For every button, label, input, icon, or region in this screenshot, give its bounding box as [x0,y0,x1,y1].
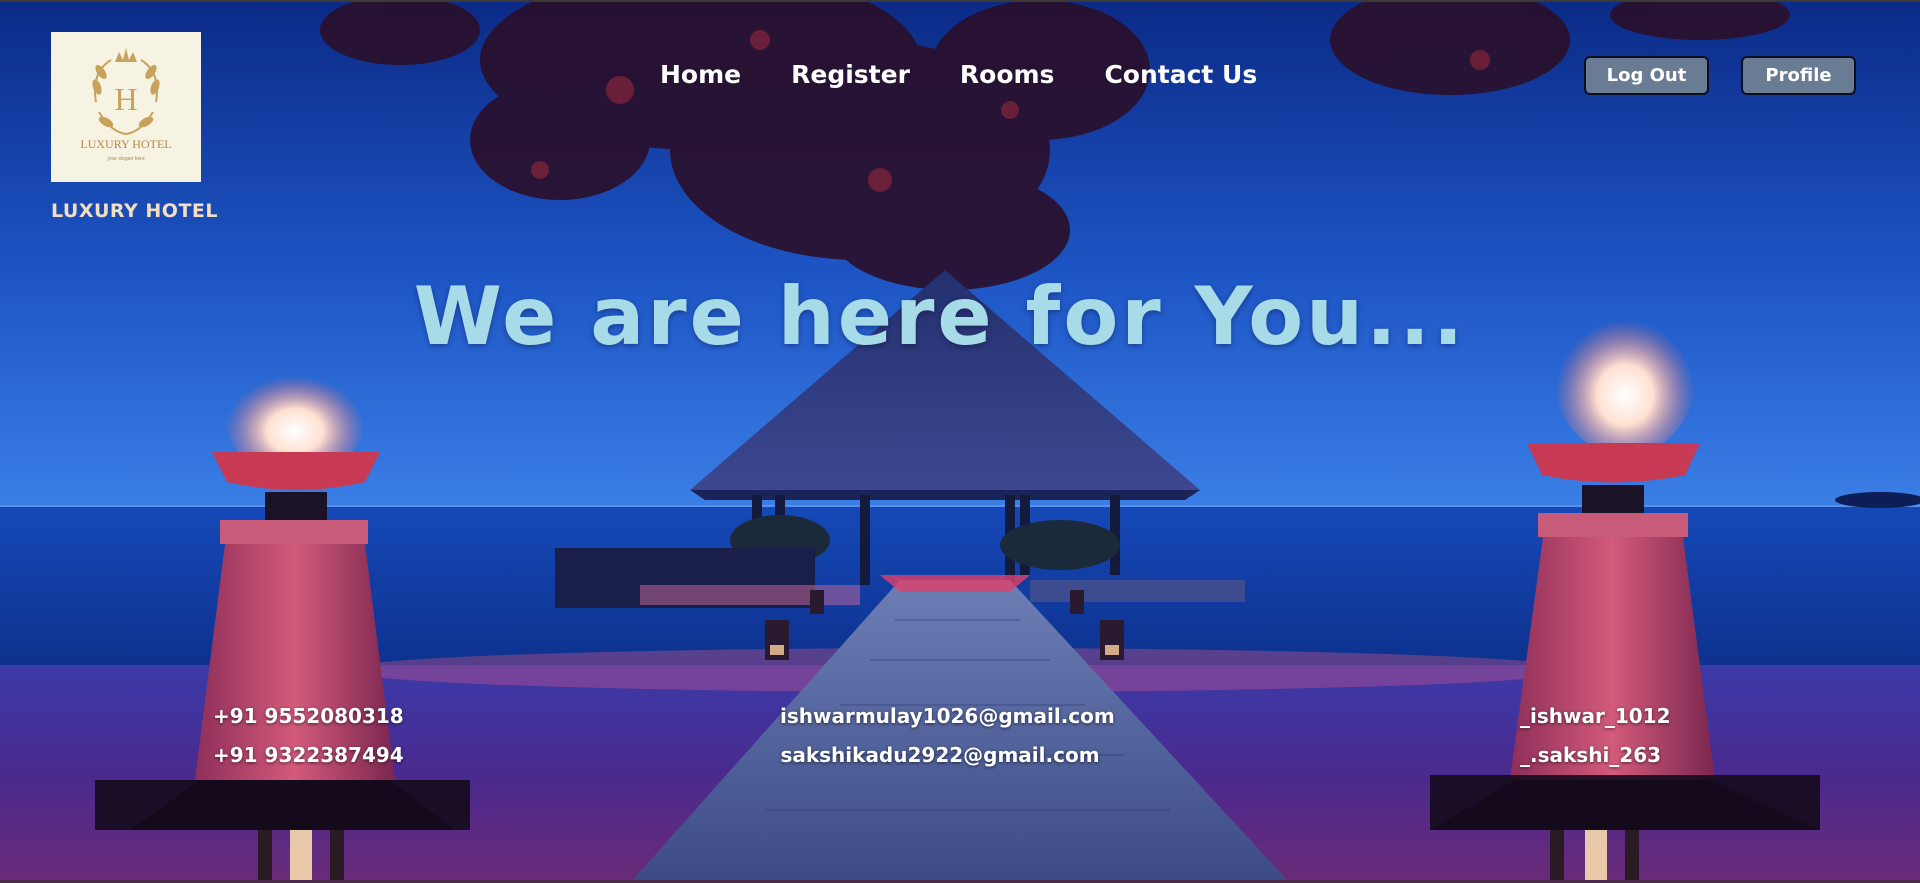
logout-button[interactable]: Log Out [1584,56,1709,95]
svg-text:your slogan here: your slogan here [107,156,144,162]
social-handle[interactable]: _.sakshi_263 [1520,736,1671,775]
nav-home[interactable]: Home [660,60,741,89]
phone-list: +91 9552080318 +91 9322387494 [213,697,404,775]
hotel-logo[interactable]: H LUXURY HOTEL your slogan here [51,32,201,182]
email-address[interactable]: sakshikadu2922@gmail.com [780,736,1100,775]
hero-headline: We are here for You... [413,270,1467,363]
nav-rooms[interactable]: Rooms [960,60,1055,89]
email-address[interactable]: ishwarmulay1026@gmail.com [780,697,1115,736]
svg-text:LUXURY HOTEL: LUXURY HOTEL [80,137,171,151]
phone-number[interactable]: +91 9322387494 [213,736,404,775]
profile-button[interactable]: Profile [1741,56,1856,95]
brand-name: LUXURY HOTEL [51,200,218,222]
main-nav: Home Register Rooms Contact Us [660,60,1257,89]
crest-icon: H LUXURY HOTEL your slogan here [80,48,172,162]
phone-number[interactable]: +91 9552080318 [213,697,404,736]
nav-register[interactable]: Register [791,60,910,89]
social-handle-list: _ishwar_1012 _.sakshi_263 [1520,697,1671,775]
page: H LUXURY HOTEL your slogan here LUXURY H… [0,0,1920,883]
svg-text:H: H [114,81,137,117]
nav-contact-us[interactable]: Contact Us [1104,60,1257,89]
social-handle[interactable]: _ishwar_1012 [1520,697,1671,736]
email-list: ishwarmulay1026@gmail.com sakshikadu2922… [780,697,1115,775]
